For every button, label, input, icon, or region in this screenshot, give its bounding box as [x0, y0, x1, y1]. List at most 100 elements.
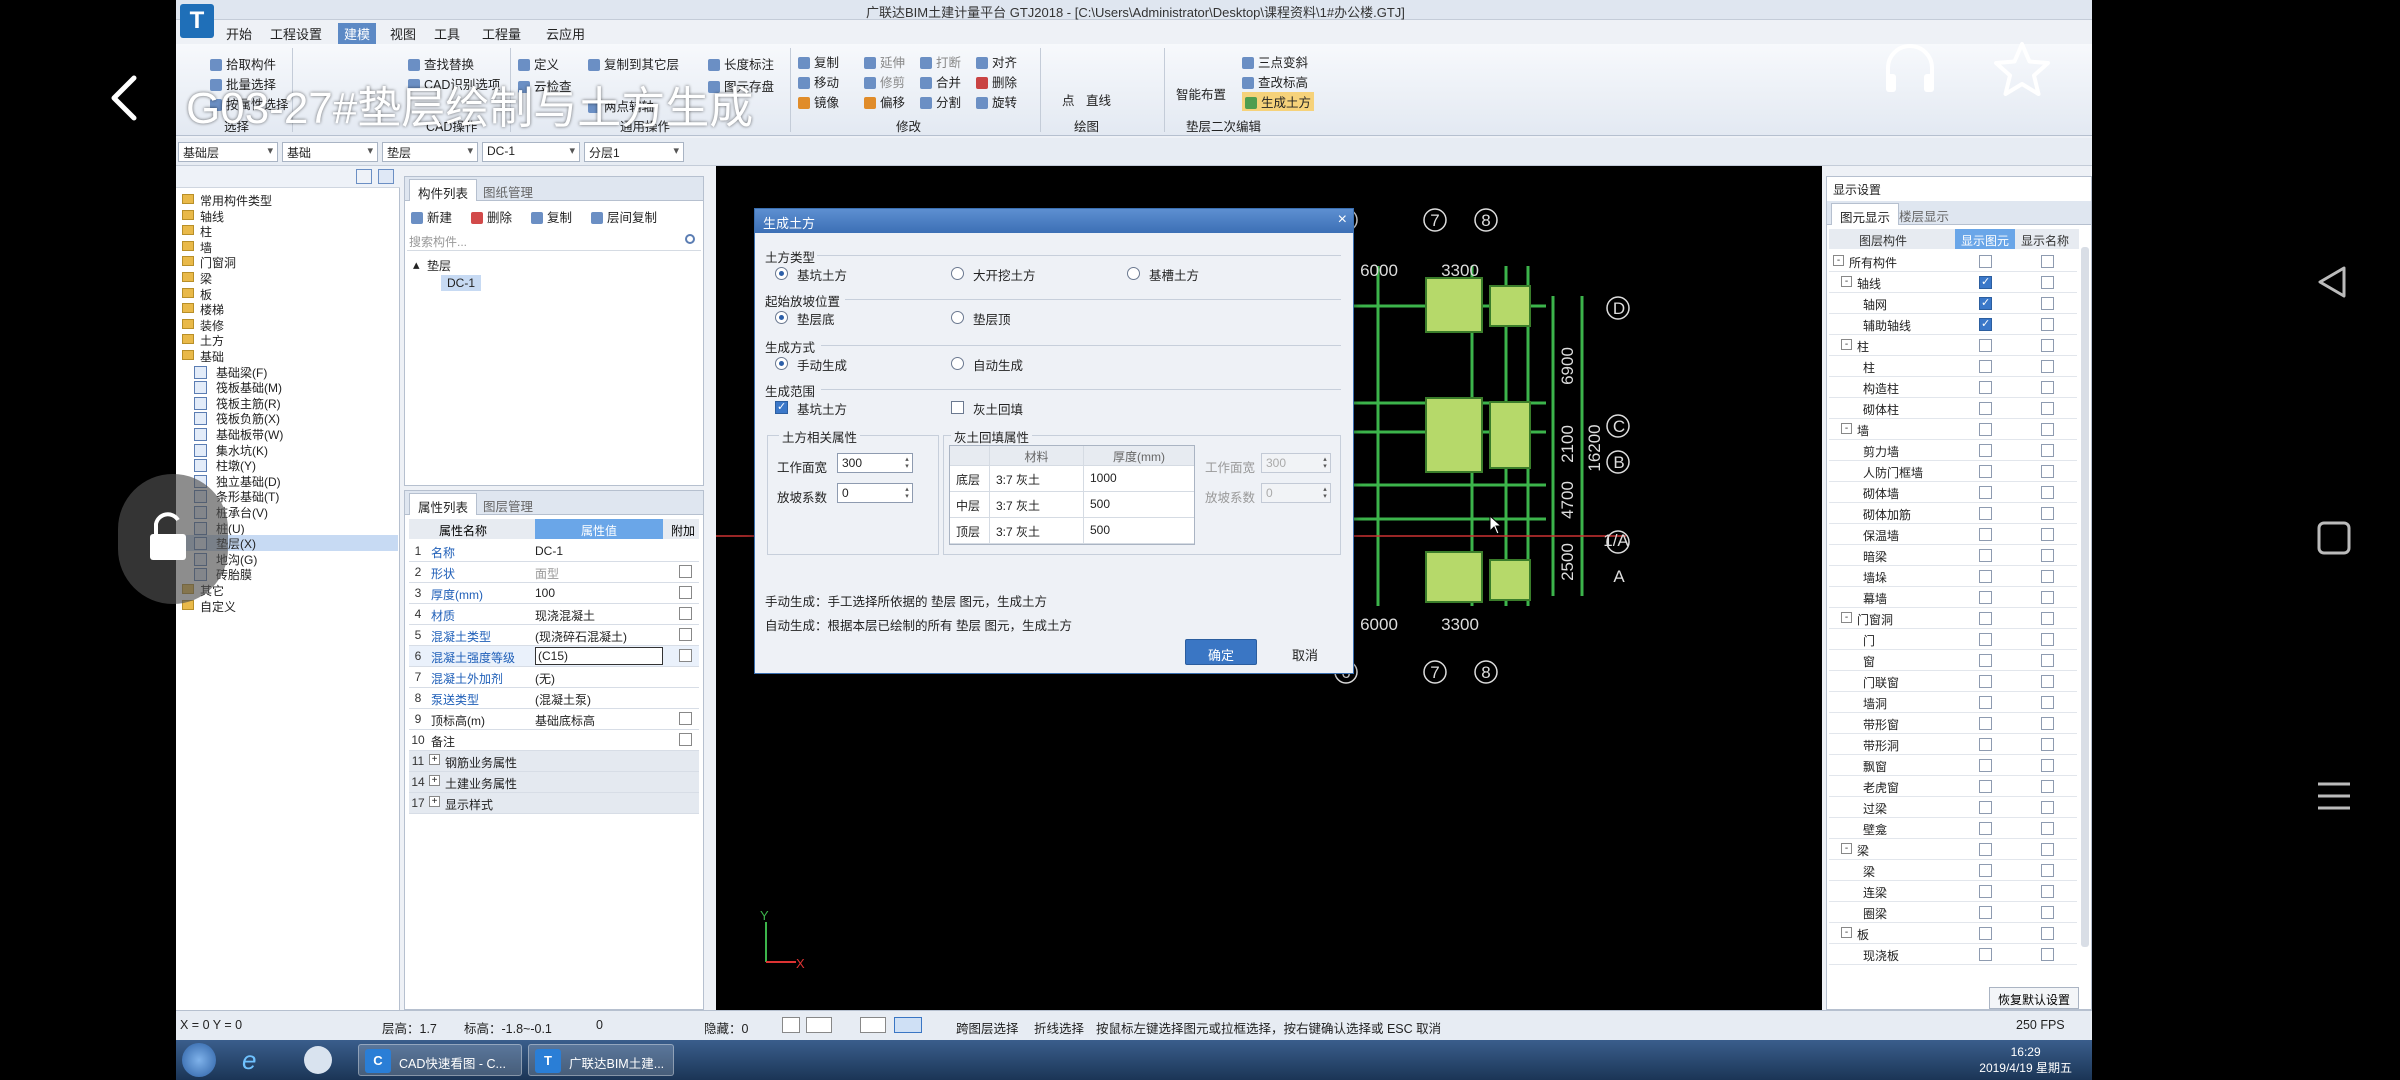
show-name-checkbox[interactable] [2041, 612, 2054, 625]
tree-item[interactable]: 基础 [176, 348, 398, 364]
show-name-checkbox[interactable] [2041, 843, 2054, 856]
tree-item[interactable]: 轴线 [176, 208, 398, 224]
show-name-checkbox[interactable] [2041, 780, 2054, 793]
show-name-checkbox[interactable] [2041, 507, 2054, 520]
rotate-button[interactable]: 旋转 [976, 92, 1017, 111]
collapse-icon[interactable]: - [1841, 276, 1852, 287]
property-value[interactable]: (混凝土泵) [535, 691, 663, 708]
display-row[interactable]: 轴网 [1829, 293, 2077, 314]
menu-item[interactable]: 视图 [384, 23, 422, 44]
tab-component-list[interactable]: 构件列表 [409, 179, 478, 201]
display-row[interactable]: 飘窗 [1829, 755, 2077, 776]
display-row[interactable]: 保温墙 [1829, 524, 2077, 545]
smart-layout-button[interactable]: 智能布置 [1176, 84, 1226, 103]
tab-layer-management[interactable]: 图层管理 [475, 493, 541, 515]
tree-item[interactable]: 柱墩(Y) [176, 457, 398, 473]
display-row[interactable]: 过梁 [1829, 797, 2077, 818]
show-element-checkbox[interactable] [1979, 927, 1992, 940]
search-input[interactable]: 搜索构件... [409, 233, 467, 250]
show-name-checkbox[interactable] [2041, 465, 2054, 478]
display-row[interactable]: - 轴线 [1829, 272, 2077, 293]
property-value[interactable]: (无) [535, 670, 663, 687]
display-row[interactable]: 辅助轴线 [1829, 314, 2077, 335]
property-row[interactable]: 4 材质 现浇混凝土 [409, 604, 699, 625]
lime-cell-material[interactable]: 3:7 灰土 [990, 492, 1084, 518]
tree-item[interactable]: 筏板基础(M) [176, 379, 398, 395]
show-name-checkbox[interactable] [2041, 444, 2054, 457]
show-name-checkbox[interactable] [2041, 549, 2054, 562]
property-row[interactable]: 17 + 显示样式 [409, 793, 699, 814]
nav-home-icon[interactable] [2316, 520, 2352, 556]
tree-item[interactable]: 柱 [176, 223, 398, 239]
radio-auto[interactable] [951, 357, 964, 370]
show-name-checkbox[interactable] [2041, 570, 2054, 583]
display-row[interactable]: 带形洞 [1829, 734, 2077, 755]
show-name-checkbox[interactable] [2041, 822, 2054, 835]
radio-manual[interactable] [775, 357, 788, 370]
show-name-checkbox[interactable] [2041, 675, 2054, 688]
define-button[interactable]: 定义 [518, 54, 559, 73]
footing-pad[interactable] [1489, 559, 1531, 601]
display-row[interactable]: 砌体加筋 [1829, 503, 2077, 524]
list-view-icon[interactable] [356, 169, 372, 184]
property-row[interactable]: 3 厚度(mm) 100 [409, 583, 699, 604]
align-button[interactable]: 对齐 [976, 52, 1017, 71]
tree-item[interactable]: 集水坑(K) [176, 442, 398, 458]
show-element-checkbox[interactable] [1979, 317, 1992, 331]
new-button[interactable]: 新建 [411, 207, 452, 226]
lime-work-width-input[interactable]: 300 [1261, 453, 1331, 473]
footing-pad[interactable] [1425, 551, 1483, 603]
menu-item[interactable]: 云应用 [540, 23, 591, 44]
lime-cell-thickness[interactable]: 1000 [1084, 466, 1194, 492]
display-row[interactable]: -梁 [1829, 839, 2077, 860]
display-row[interactable]: 幕墙 [1829, 587, 2077, 608]
property-row[interactable]: 2 形状 面型 [409, 562, 699, 583]
offset-button[interactable]: 偏移 [864, 92, 905, 111]
copy-component-button[interactable]: 复制 [531, 207, 572, 226]
radio-foundation-pit[interactable] [775, 267, 788, 280]
display-row[interactable]: 柱 [1829, 356, 2077, 377]
three-point-slope-button[interactable]: 三点变斜 [1242, 52, 1308, 71]
show-element-checkbox[interactable] [1979, 507, 1992, 520]
display-row[interactable]: 梁 [1829, 860, 2077, 881]
footing-pad[interactable] [1489, 285, 1531, 327]
lime-cell-thickness[interactable]: 500 [1084, 492, 1194, 518]
tree-item[interactable]: 独立基础(D) [176, 473, 398, 489]
tree-item[interactable]: 基础梁(F) [176, 364, 398, 380]
menu-item[interactable]: 工具 [428, 23, 466, 44]
show-element-checkbox[interactable] [1979, 948, 1992, 961]
checkbox-lime-backfill[interactable] [951, 401, 964, 414]
display-row[interactable]: 窗 [1829, 650, 2077, 671]
radio-large-excavation[interactable] [951, 267, 964, 280]
show-element-checkbox[interactable] [1979, 423, 1992, 436]
show-element-checkbox[interactable] [1979, 885, 1992, 898]
component-item[interactable]: DC-1 [441, 275, 482, 291]
show-name-checkbox[interactable] [2041, 528, 2054, 541]
collapse-icon[interactable]: - [1841, 927, 1852, 938]
floor-select[interactable]: 基础层 [178, 142, 278, 162]
lime-cell-material[interactable]: 3:7 灰土 [990, 466, 1084, 492]
display-row[interactable]: 门 [1829, 629, 2077, 650]
show-element-checkbox[interactable] [1979, 255, 1992, 268]
lime-slope-coef-input[interactable]: 0 [1261, 483, 1331, 503]
ortho-toggle-icon[interactable] [782, 1017, 800, 1033]
show-name-checkbox[interactable] [2041, 360, 2054, 373]
show-element-checkbox[interactable] [1979, 402, 1992, 415]
display-row[interactable]: 砌体柱 [1829, 398, 2077, 419]
draw-point-button[interactable]: 点 [1062, 90, 1075, 109]
display-row[interactable]: 人防门框墙 [1829, 461, 2077, 482]
expand-icon[interactable]: + [429, 796, 440, 807]
show-element-checkbox[interactable] [1979, 822, 1992, 835]
show-element-checkbox[interactable] [1979, 381, 1992, 394]
collapse-icon[interactable]: - [1841, 423, 1852, 434]
property-row[interactable]: 1 名称 DC-1 [409, 541, 699, 562]
delete-button[interactable]: 删除 [976, 72, 1017, 91]
delete-component-button[interactable]: 删除 [471, 207, 512, 226]
attach-checkbox[interactable] [679, 628, 692, 641]
show-element-checkbox[interactable] [1979, 570, 1992, 583]
display-row[interactable]: 门联窗 [1829, 671, 2077, 692]
settings-icon[interactable] [304, 1046, 332, 1074]
radio-cushion-top[interactable] [951, 311, 964, 324]
show-element-checkbox[interactable] [1979, 780, 1992, 793]
dynamic-input-icon[interactable] [894, 1017, 922, 1033]
